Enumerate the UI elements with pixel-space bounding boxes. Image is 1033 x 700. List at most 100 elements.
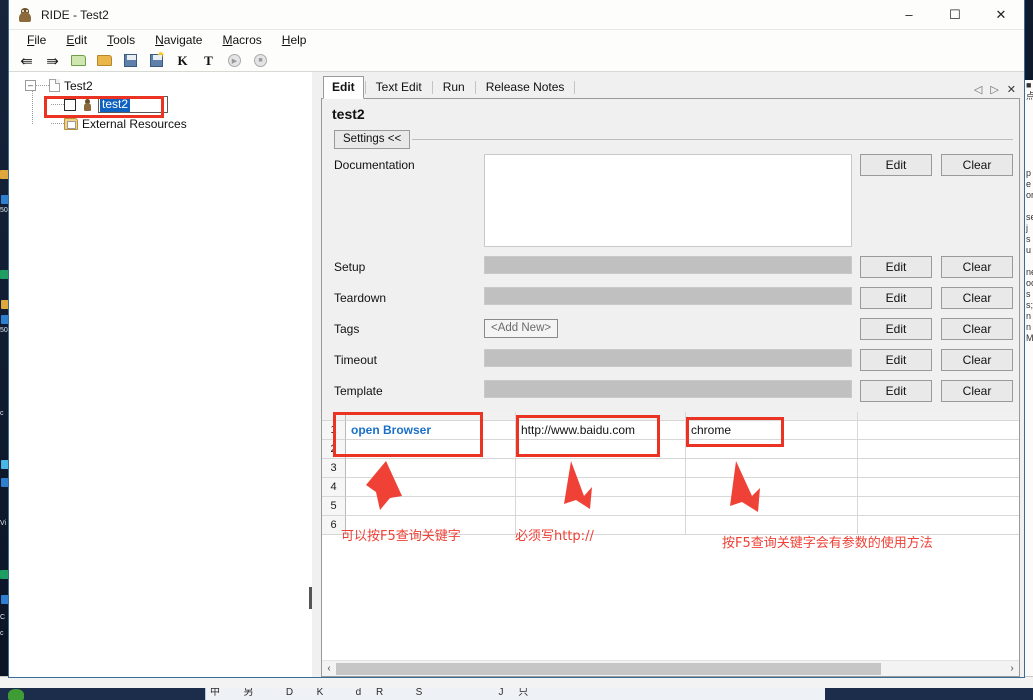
grid-cell[interactable] — [858, 440, 1019, 459]
template-clear-button[interactable]: Clear — [941, 380, 1013, 402]
grid-cell[interactable]: open Browser — [346, 421, 516, 440]
search-tests-icon[interactable]: T — [199, 52, 218, 70]
open-test-suite-icon[interactable] — [69, 52, 88, 70]
grid-cell[interactable] — [686, 459, 858, 478]
menu-help[interactable]: Help — [272, 30, 317, 50]
tree-item-external-resources[interactable]: External Resources — [9, 114, 312, 133]
grid-col-header[interactable] — [858, 412, 1019, 421]
scrollbar-thumb[interactable] — [309, 587, 312, 609]
documentation-textarea[interactable] — [484, 154, 852, 247]
checkbox-icon[interactable] — [64, 98, 76, 111]
close-button[interactable]: ✕ — [978, 0, 1024, 30]
menu-file[interactable]: File — [17, 30, 56, 50]
tags-clear-button[interactable]: Clear — [941, 318, 1013, 340]
grid-cell[interactable]: chrome — [686, 421, 858, 440]
run-icon[interactable]: ▶ — [225, 52, 244, 70]
save-icon[interactable] — [121, 52, 140, 70]
template-edit-button[interactable]: Edit — [860, 380, 932, 402]
collapse-icon[interactable]: – — [25, 80, 36, 91]
tree-item-test2-child[interactable]: test2 — [9, 95, 312, 114]
peek-line — [1025, 146, 1033, 157]
documentation-edit-button[interactable]: Edit — [860, 154, 932, 176]
peek-line: ■ — [1026, 80, 1032, 90]
forward-arrow-icon[interactable]: ⇛ — [43, 52, 62, 70]
teardown-clear-button[interactable]: Clear — [941, 287, 1013, 309]
test-step-grid[interactable]: 1 open Browser http://www.baidu.com chro… — [322, 412, 1019, 676]
menu-tools[interactable]: Tools — [97, 30, 145, 50]
grid-cell[interactable] — [686, 440, 858, 459]
grid-col-header[interactable] — [516, 412, 686, 421]
grid-row-number[interactable]: 1 — [322, 421, 346, 440]
grid-cell[interactable] — [346, 440, 516, 459]
grid-row-number[interactable]: 4 — [322, 478, 346, 497]
timeout-field[interactable] — [484, 349, 852, 367]
timeout-clear-button[interactable]: Clear — [941, 349, 1013, 371]
menu-macros[interactable]: Macros — [212, 30, 271, 50]
save-all-icon[interactable]: ✷ — [147, 51, 166, 70]
grid-col-header[interactable] — [346, 412, 516, 421]
documentation-clear-button[interactable]: Clear — [941, 154, 1013, 176]
scroll-right-icon[interactable]: › — [1005, 661, 1019, 677]
peek-line: e — [1026, 179, 1032, 189]
grid-cell[interactable] — [516, 440, 686, 459]
search-keyword-icon[interactable]: K — [173, 52, 192, 70]
grid-cell[interactable] — [858, 497, 1019, 516]
minimize-button[interactable]: – — [886, 0, 932, 30]
stop-icon[interactable]: ■ — [251, 52, 270, 70]
grid-cell[interactable] — [858, 478, 1019, 497]
settings-toggle-button[interactable]: Settings << — [334, 129, 411, 149]
grid-cell[interactable] — [516, 516, 686, 535]
tab-next-icon[interactable]: ▷ — [990, 83, 998, 96]
grid-cell[interactable]: http://www.baidu.com — [516, 421, 686, 440]
grid-horizontal-scrollbar[interactable]: ‹ › — [322, 660, 1019, 676]
menu-navigate[interactable]: Navigate — [145, 30, 212, 50]
setup-clear-button[interactable]: Clear — [941, 256, 1013, 278]
template-field[interactable] — [484, 380, 852, 398]
grid-cell[interactable] — [686, 478, 858, 497]
grid-cell[interactable] — [516, 478, 686, 497]
grid-cell[interactable] — [686, 516, 858, 535]
menu-edit[interactable]: Edit — [56, 30, 97, 50]
scrollbar-thumb[interactable] — [336, 663, 881, 675]
grid-row-number[interactable]: 5 — [322, 497, 346, 516]
grid-row: 5 — [322, 497, 1019, 516]
teardown-field[interactable] — [484, 287, 852, 305]
teardown-edit-button[interactable]: Edit — [860, 287, 932, 309]
grid-cell[interactable] — [346, 459, 516, 478]
tab-text-edit[interactable]: Text Edit — [367, 76, 431, 98]
tab-release-notes[interactable]: Release Notes — [477, 76, 574, 98]
grid-row-number[interactable]: 6 — [322, 516, 346, 535]
open-directory-icon[interactable] — [95, 52, 114, 70]
tab-run[interactable]: Run — [434, 76, 474, 98]
grid-cell[interactable] — [686, 497, 858, 516]
tags-edit-button[interactable]: Edit — [860, 318, 932, 340]
tree-item-rename-input[interactable]: test2 — [98, 96, 168, 113]
setup-field[interactable] — [484, 256, 852, 274]
tree-vertical-scrollbar[interactable] — [309, 72, 312, 677]
title-bar[interactable]: RIDE - Test2 – ☐ ✕ — [9, 0, 1024, 30]
grid-cell[interactable] — [858, 421, 1019, 440]
grid-cell[interactable] — [346, 478, 516, 497]
grid-cell[interactable] — [858, 516, 1019, 535]
tags-add-new-button[interactable]: <Add New> — [484, 319, 559, 338]
scroll-left-icon[interactable]: ‹ — [322, 661, 336, 677]
field-label: Tags — [334, 322, 360, 336]
grid-cell[interactable] — [346, 497, 516, 516]
grid-cell[interactable] — [858, 459, 1019, 478]
grid-cell[interactable] — [516, 497, 686, 516]
tree-item-test2-root[interactable]: – Test2 — [9, 76, 312, 95]
grid-row-number[interactable]: 3 — [322, 459, 346, 478]
setup-edit-button[interactable]: Edit — [860, 256, 932, 278]
grid-empty-area[interactable] — [322, 535, 1019, 660]
tab-close-icon[interactable]: ✕ — [1007, 83, 1016, 96]
start-button-icon[interactable] — [8, 689, 24, 700]
grid-col-header[interactable] — [686, 412, 858, 421]
timeout-edit-button[interactable]: Edit — [860, 349, 932, 371]
tab-edit[interactable]: Edit — [323, 76, 364, 99]
grid-cell[interactable] — [346, 516, 516, 535]
tab-prev-icon[interactable]: ◁ — [974, 83, 982, 96]
maximize-button[interactable]: ☐ — [932, 0, 978, 30]
grid-cell[interactable] — [516, 459, 686, 478]
back-arrow-icon[interactable]: ⇚ — [17, 52, 36, 70]
grid-row-number[interactable]: 2 — [322, 440, 346, 459]
